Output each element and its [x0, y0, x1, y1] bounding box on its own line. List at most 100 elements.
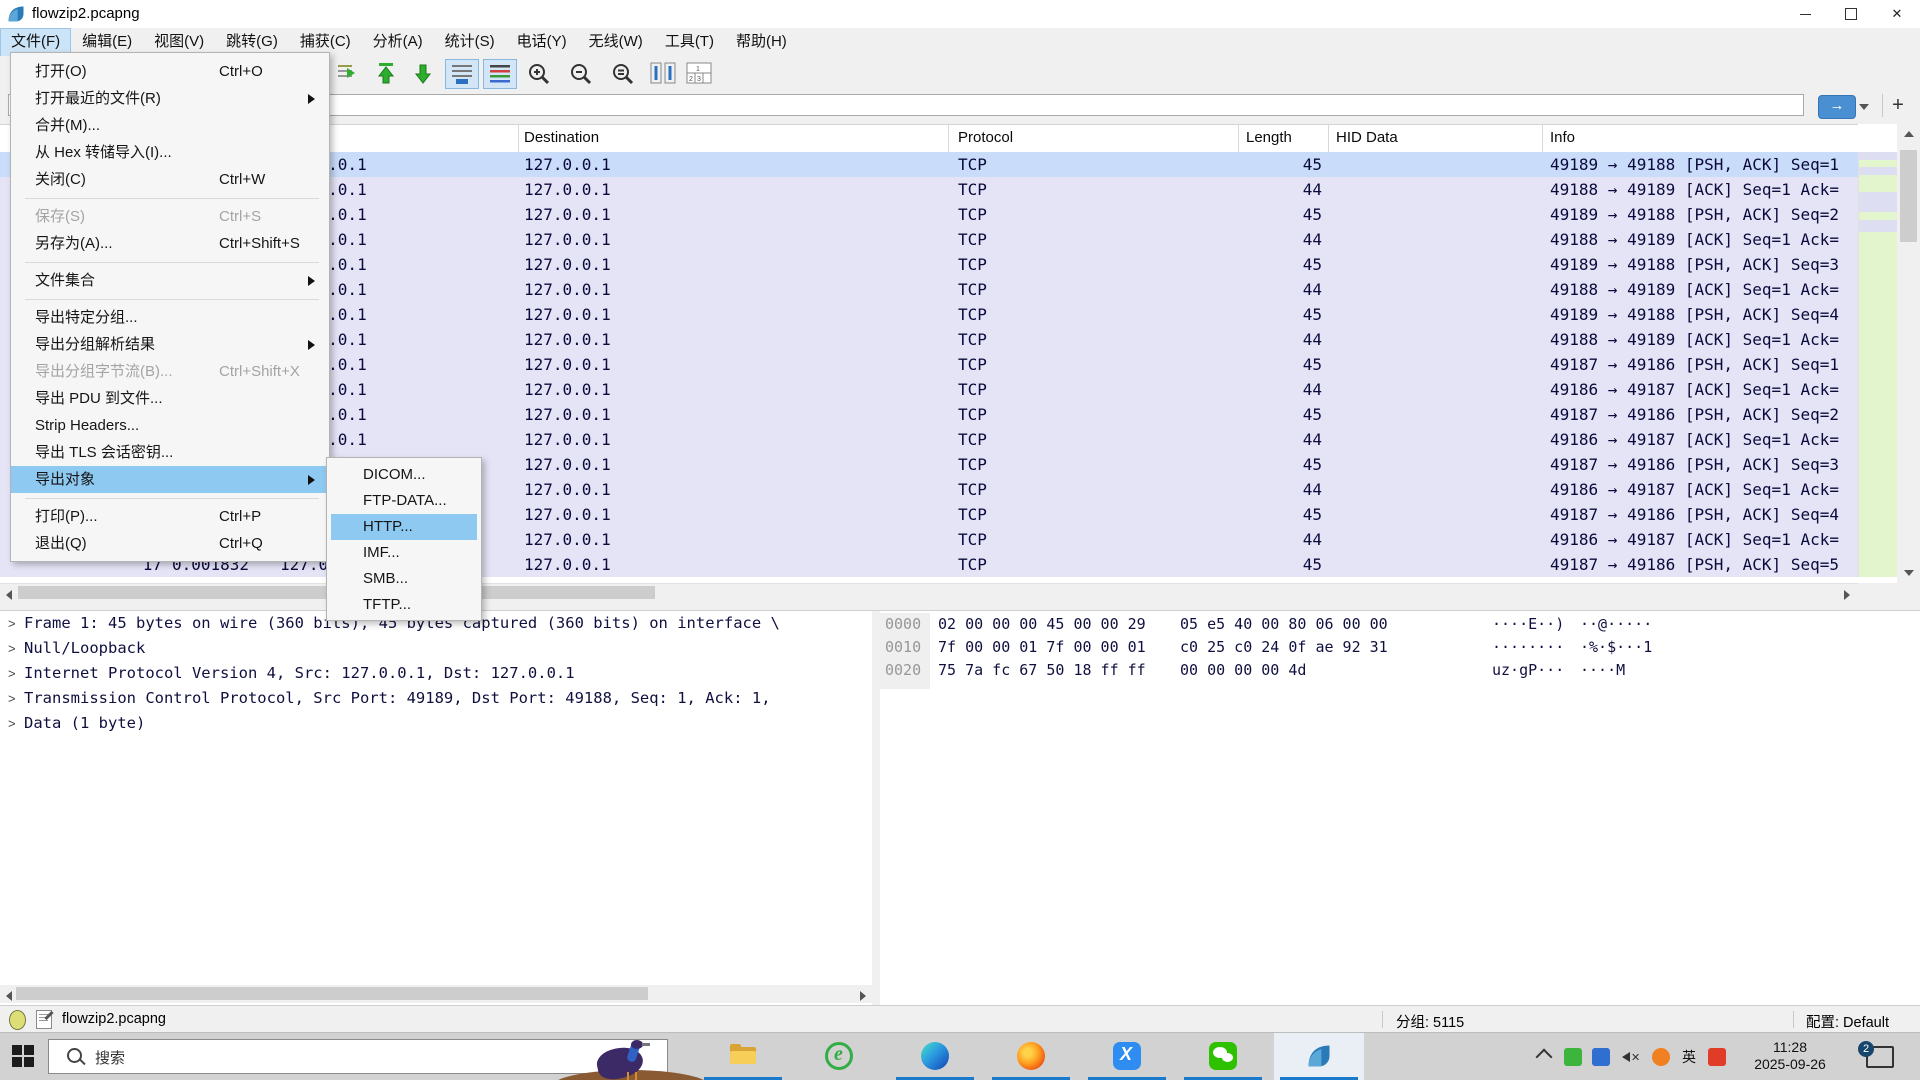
hex-row[interactable]: 0010 7f 00 00 01 7f 00 00 01 c0 25 c0 24… — [880, 636, 1920, 659]
zoom-reset-icon[interactable] — [608, 59, 638, 87]
file-menu-item[interactable]: 保存(S) Ctrl+S — [11, 203, 329, 230]
pane-splitter[interactable] — [0, 601, 1920, 610]
scroll-left-arrow[interactable] — [2, 586, 16, 600]
file-menu-item[interactable]: 导出分组解析结果 — [11, 331, 329, 358]
add-filter-button[interactable]: + — [1882, 94, 1913, 117]
details-scrollbar-thumb[interactable] — [16, 987, 648, 1000]
submenu-item[interactable]: HTTP... — [331, 514, 477, 540]
file-menu-item[interactable]: 另存为(A)... Ctrl+Shift+S — [11, 230, 329, 257]
taskbar-internet-explorer[interactable] — [794, 1033, 884, 1080]
submenu-item[interactable]: FTP-DATA... — [331, 488, 477, 514]
taskbar-thunder[interactable] — [1082, 1033, 1172, 1080]
column-protocol[interactable]: Protocol — [958, 129, 1013, 146]
tray-green-app-icon[interactable] — [1564, 1048, 1582, 1066]
file-menu-item[interactable] — [11, 493, 329, 503]
volume-muted-icon[interactable]: ✕ — [1622, 1048, 1640, 1066]
file-menu-item[interactable]: 文件集合 — [11, 267, 329, 294]
expert-info-icon[interactable] — [9, 1010, 26, 1030]
file-menu-item[interactable]: 导出 TLS 会话密钥... — [11, 439, 329, 466]
column-divider[interactable] — [1238, 125, 1239, 153]
go-first-packet-icon[interactable] — [371, 59, 401, 87]
expand-chevron-icon[interactable]: > — [0, 636, 24, 661]
expand-chevron-icon[interactable]: > — [0, 661, 24, 686]
maximize-button[interactable] — [1828, 0, 1874, 28]
hex-row[interactable]: 0000 02 00 00 00 45 00 00 29 05 e5 40 00… — [880, 613, 1920, 636]
zoom-in-icon[interactable] — [524, 59, 554, 87]
column-length[interactable]: Length — [1246, 129, 1292, 146]
file-menu-item[interactable] — [11, 257, 329, 267]
ime-indicator[interactable]: 英 — [1680, 1048, 1698, 1066]
tray-expand-icon[interactable] — [1536, 1049, 1553, 1066]
scroll-left-arrow[interactable] — [2, 987, 16, 1001]
auto-scroll-toggle[interactable] — [445, 59, 479, 89]
menubar-item[interactable]: 分析(A) — [362, 28, 434, 56]
taskbar-clock[interactable]: 11:28 2025-09-26 — [1740, 1039, 1840, 1073]
column-info[interactable]: Info — [1550, 129, 1575, 146]
file-menu-item[interactable]: 打开(O) Ctrl+O — [11, 58, 329, 85]
column-hid-data[interactable]: HID Data — [1336, 129, 1398, 146]
menubar-item[interactable]: 电话(Y) — [506, 28, 578, 56]
file-menu-item[interactable]: 合并(M)... — [11, 112, 329, 139]
start-button[interactable] — [12, 1045, 36, 1069]
menubar-item[interactable]: 工具(T) — [654, 28, 725, 56]
file-menu-item[interactable]: 关闭(C) Ctrl+W — [11, 166, 329, 193]
file-menu-item[interactable]: 从 Hex 转储导入(I)... — [11, 139, 329, 166]
file-menu-item[interactable] — [11, 294, 329, 304]
details-horizontal-scrollbar[interactable] — [0, 985, 872, 1003]
expand-chevron-icon[interactable]: > — [0, 611, 24, 636]
apply-filter-button[interactable] — [1818, 95, 1856, 119]
scroll-down-arrow[interactable] — [1897, 563, 1920, 583]
submenu-item[interactable]: TFTP... — [331, 592, 477, 618]
taskbar-edge[interactable] — [890, 1033, 980, 1080]
profile-label[interactable]: 配置: Default — [1806, 1011, 1889, 1032]
file-menu-item[interactable]: 退出(Q) Ctrl+Q — [11, 530, 329, 557]
scroll-right-arrow[interactable] — [1840, 586, 1854, 600]
file-menu-item[interactable]: 导出分组字节流(B)... Ctrl+Shift+X — [11, 358, 329, 385]
detail-line[interactable]: >Internet Protocol Version 4, Src: 127.0… — [0, 661, 872, 686]
menubar-item[interactable]: 帮助(H) — [725, 28, 798, 56]
numbered-columns-icon[interactable]: 123 — [684, 59, 714, 87]
file-menu-item[interactable]: Strip Headers... — [11, 412, 329, 439]
expand-chevron-icon[interactable]: > — [0, 711, 24, 736]
file-menu-item[interactable]: 打印(P)... Ctrl+P — [11, 503, 329, 530]
packet-list-horizontal-scrollbar[interactable] — [0, 583, 1858, 602]
menubar-item[interactable]: 统计(S) — [434, 28, 506, 56]
detail-line[interactable]: >Null/Loopback — [0, 636, 872, 661]
colorize-toggle[interactable] — [483, 59, 517, 89]
submenu-item[interactable]: SMB... — [331, 566, 477, 592]
vertical-scrollbar-thumb[interactable] — [1900, 150, 1917, 242]
column-destination[interactable]: Destination — [524, 129, 599, 146]
taskbar-wireshark[interactable] — [1274, 1033, 1364, 1080]
column-divider[interactable] — [1328, 125, 1329, 153]
column-divider[interactable] — [948, 125, 949, 153]
column-divider[interactable] — [518, 125, 519, 153]
submenu-item[interactable]: DICOM... — [331, 462, 477, 488]
expand-chevron-icon[interactable]: > — [0, 686, 24, 711]
zoom-out-icon[interactable] — [566, 59, 596, 87]
file-menu-item[interactable]: 导出特定分组... — [11, 304, 329, 331]
scroll-up-arrow[interactable] — [1897, 124, 1920, 144]
details-hex-divider[interactable] — [872, 610, 880, 1006]
hex-row[interactable]: 0020 75 7a fc 67 50 18 ff ff 00 00 00 00… — [880, 659, 1920, 682]
detail-line[interactable]: >Transmission Control Protocol, Src Port… — [0, 686, 872, 711]
submenu-item[interactable]: IMF... — [331, 540, 477, 566]
taskbar-file-explorer[interactable] — [698, 1033, 788, 1080]
intelligent-scrollbar-minimap[interactable] — [1858, 152, 1897, 577]
file-menu-item[interactable] — [11, 193, 329, 203]
resize-columns-icon[interactable] — [648, 59, 678, 87]
scroll-right-arrow[interactable] — [856, 987, 870, 1001]
close-button[interactable] — [1874, 0, 1920, 28]
filter-dropdown-caret-icon[interactable] — [1859, 104, 1869, 110]
file-menu-item[interactable]: 导出对象 — [11, 466, 329, 493]
file-menu-item[interactable]: 打开最近的文件(R) — [11, 85, 329, 112]
tray-orange-app-icon[interactable] — [1652, 1048, 1670, 1066]
tray-blue-app-icon[interactable] — [1592, 1048, 1610, 1066]
column-divider[interactable] — [1542, 125, 1543, 153]
search-highlight-bird-image[interactable] — [531, 1040, 717, 1080]
file-menu-item[interactable]: 导出 PDU 到文件... — [11, 385, 329, 412]
minimize-button[interactable] — [1782, 0, 1828, 28]
detail-line[interactable]: >Data (1 byte) — [0, 711, 872, 736]
taskbar-firefox[interactable] — [986, 1033, 1076, 1080]
menubar-item[interactable]: 无线(W) — [578, 28, 654, 56]
go-last-packet-icon[interactable] — [408, 59, 438, 87]
